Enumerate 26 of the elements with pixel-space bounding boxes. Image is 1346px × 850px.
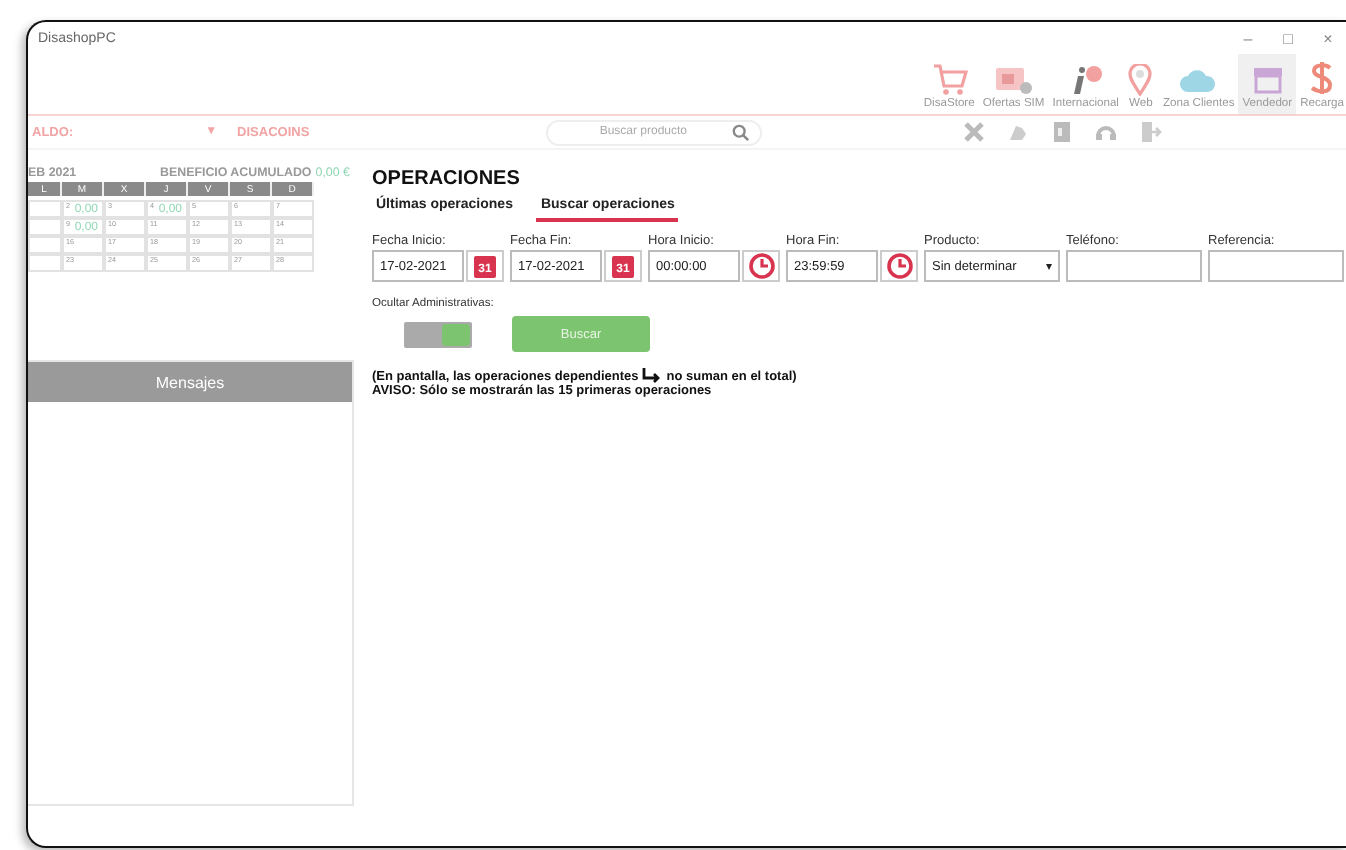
calendar-day[interactable] (28, 254, 62, 272)
clock-button[interactable] (742, 250, 780, 282)
calendar-day[interactable] (28, 218, 62, 236)
cloud-icon (1178, 64, 1219, 96)
dollar-icon (1308, 60, 1337, 96)
input-field[interactable] (1208, 250, 1344, 282)
window-control-button[interactable]: × (1308, 29, 1346, 47)
clock-button[interactable] (880, 250, 918, 282)
calendar-day[interactable] (28, 236, 62, 254)
calendar-day[interactable] (28, 200, 62, 218)
turn-arrow-icon (642, 368, 663, 384)
window-control-button[interactable]: – (1228, 29, 1268, 47)
headset-icon[interactable] (1093, 120, 1118, 144)
toggle-switch[interactable] (404, 321, 472, 347)
input-field[interactable] (1066, 250, 1202, 282)
location-pin-icon (1126, 64, 1155, 96)
storefront-icon (1249, 64, 1286, 96)
messages-header: Mensajes (28, 362, 352, 402)
close-icon[interactable] (961, 120, 986, 144)
search-icon (731, 123, 750, 141)
exit-door-icon[interactable] (1137, 120, 1162, 144)
operations-title: OPERACIONES (372, 168, 522, 190)
window-control-button[interactable]: □ (1268, 29, 1308, 47)
document-icon[interactable] (1049, 120, 1074, 144)
cart-icon (931, 64, 968, 96)
sim-card-icon (993, 64, 1034, 96)
